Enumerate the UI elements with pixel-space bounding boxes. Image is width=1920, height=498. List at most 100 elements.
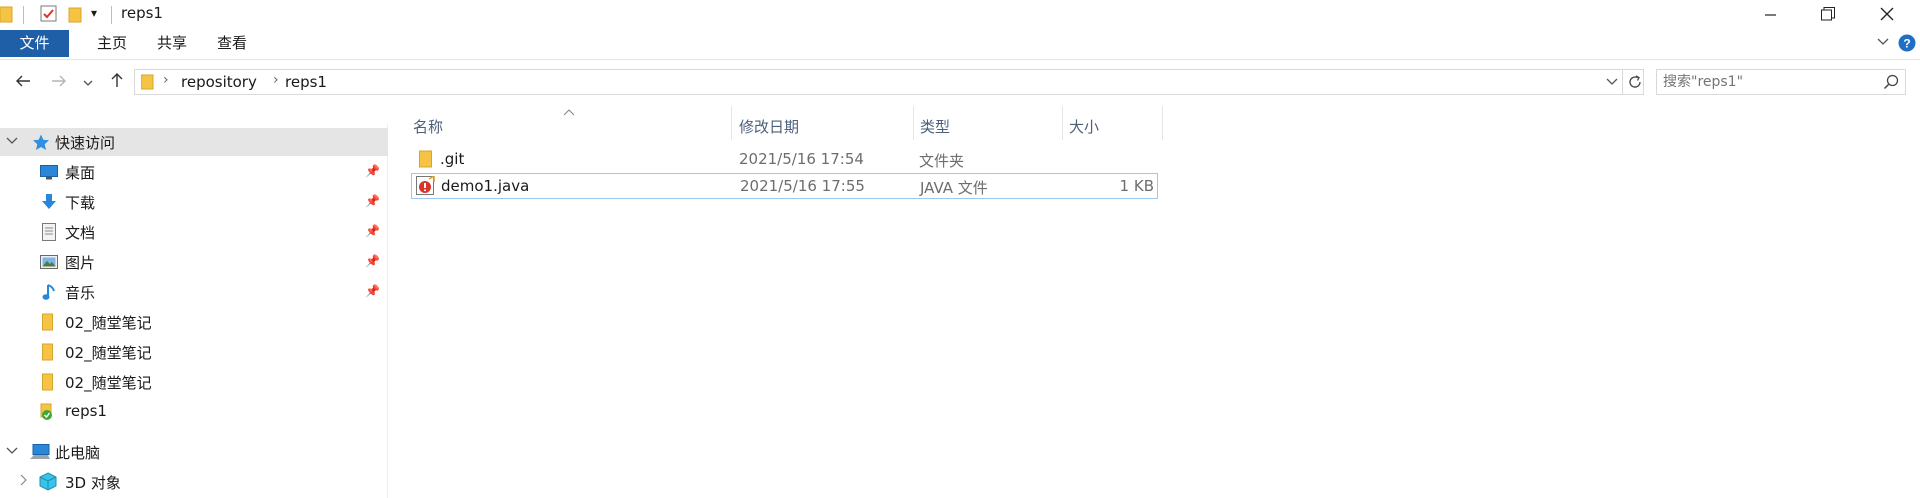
- folder-icon: [140, 73, 155, 95]
- chevron-down-icon[interactable]: [6, 134, 18, 150]
- file-list: 名称 修改日期 类型 大小 .git 2021/5/16 17:54 文件夹 d…: [400, 104, 1920, 498]
- minimize-icon: [1765, 6, 1777, 25]
- sidebar-item-music[interactable]: 音乐 📌: [0, 278, 388, 306]
- arrow-right-icon: [51, 72, 67, 93]
- navigation-pane: 快速访问 桌面 📌 下载 📌 文档 📌 图片 📌 音乐 📌 02_随堂笔记 02…: [0, 124, 388, 498]
- sidebar-item-documents[interactable]: 文档 📌: [0, 218, 388, 246]
- tab-home[interactable]: 主页: [80, 30, 144, 57]
- address-separator: [1622, 70, 1623, 94]
- help-icon[interactable]: ?: [1898, 34, 1916, 56]
- close-button[interactable]: [1864, 0, 1910, 30]
- new-folder-icon[interactable]: [68, 5, 84, 25]
- column-header-name[interactable]: 名称: [413, 116, 443, 137]
- sidebar-item-3d-objects[interactable]: 3D 对象: [0, 468, 388, 496]
- table-row[interactable]: demo1.java 2021/5/16 17:55 JAVA 文件 1 KB: [411, 173, 1158, 199]
- folder-icon: [42, 313, 54, 335]
- back-button[interactable]: [10, 70, 36, 94]
- sidebar-item-label: 快速访问: [55, 134, 116, 152]
- sidebar-item-label: 文档: [65, 224, 96, 242]
- column-header-size[interactable]: 大小: [1069, 116, 1099, 137]
- forward-button[interactable]: [46, 70, 72, 94]
- search-box[interactable]: [1656, 69, 1906, 95]
- tab-view[interactable]: 查看: [200, 30, 264, 57]
- column-divider[interactable]: [731, 106, 732, 140]
- column-header-type[interactable]: 类型: [920, 116, 950, 137]
- breadcrumb-separator-icon[interactable]: ›: [163, 72, 169, 88]
- search-icon[interactable]: [1883, 74, 1899, 94]
- chevron-down-icon: [83, 72, 93, 93]
- download-icon: [41, 193, 57, 215]
- chevron-down-icon[interactable]: [6, 444, 18, 460]
- file-modified: 2021/5/16 17:55: [740, 177, 865, 195]
- up-button[interactable]: [104, 70, 130, 94]
- file-size: 1 KB: [1119, 177, 1154, 195]
- sidebar-item-pictures[interactable]: 图片 📌: [0, 248, 388, 276]
- maximize-icon: [1821, 6, 1835, 25]
- sidebar-item-quick-access[interactable]: 快速访问: [0, 128, 388, 156]
- column-divider[interactable]: [913, 106, 914, 140]
- sidebar-item-label: 3D 对象: [65, 474, 121, 492]
- git-folder-icon: [39, 403, 57, 425]
- sidebar-item-reps1[interactable]: reps1: [0, 398, 388, 426]
- arrow-up-icon: [110, 72, 124, 93]
- refresh-icon[interactable]: [1627, 74, 1643, 94]
- pin-icon[interactable]: 📌: [365, 284, 380, 298]
- sidebar-item-label: 图片: [65, 254, 96, 272]
- sidebar-item-label: 音乐: [65, 284, 96, 302]
- sidebar-item-label: 下载: [65, 194, 96, 212]
- folder-icon: [419, 150, 433, 172]
- minimize-button[interactable]: [1748, 0, 1794, 30]
- customize-dropdown-icon[interactable]: ▾: [91, 6, 97, 26]
- breadcrumb-item[interactable]: repository: [181, 73, 257, 91]
- ribbon: 文件 主页 共享 查看 ?: [0, 30, 1920, 60]
- file-type: JAVA 文件: [920, 179, 988, 197]
- 3d-objects-icon: [38, 472, 58, 496]
- sort-up-icon: [563, 104, 575, 120]
- column-header-date[interactable]: 修改日期: [739, 116, 799, 137]
- folder-icon[interactable]: [0, 5, 14, 25]
- search-input[interactable]: [1663, 72, 1873, 92]
- breadcrumb-separator-icon[interactable]: ›: [273, 72, 279, 88]
- column-divider[interactable]: [1062, 106, 1063, 140]
- sidebar-item-label: 桌面: [65, 164, 96, 182]
- chevron-right-icon[interactable]: [18, 474, 28, 490]
- tab-file[interactable]: 文件: [0, 30, 69, 57]
- folder-icon: [42, 343, 54, 365]
- table-row[interactable]: .git 2021/5/16 17:54 文件夹: [411, 146, 1158, 172]
- title-bar: ▾ reps1: [0, 0, 1920, 30]
- file-name: demo1.java: [441, 177, 530, 195]
- sidebar-item-folder[interactable]: 02_随堂笔记: [0, 368, 388, 396]
- close-icon: [1880, 6, 1894, 25]
- address-bar[interactable]: › repository › reps1: [134, 69, 1644, 95]
- sidebar-item-this-pc[interactable]: 此电脑: [0, 438, 388, 466]
- pin-icon[interactable]: 📌: [365, 254, 380, 268]
- column-divider[interactable]: [1162, 106, 1163, 140]
- pin-icon[interactable]: 📌: [365, 164, 380, 178]
- sidebar-item-desktop[interactable]: 桌面 📌: [0, 158, 388, 186]
- pin-icon[interactable]: 📌: [365, 224, 380, 238]
- recent-locations-button[interactable]: [80, 70, 96, 94]
- breadcrumb-item[interactable]: reps1: [285, 73, 327, 91]
- music-icon: [42, 283, 56, 305]
- star-icon: [32, 134, 50, 155]
- file-name: .git: [440, 150, 465, 168]
- toolbar-separator: [23, 6, 24, 24]
- sidebar-item-folder[interactable]: 02_随堂笔记: [0, 308, 388, 336]
- document-icon: [42, 223, 56, 245]
- chevron-down-icon[interactable]: [1876, 34, 1890, 52]
- sidebar-item-label: 此电脑: [55, 444, 101, 462]
- tab-share[interactable]: 共享: [140, 30, 204, 57]
- sidebar-item-downloads[interactable]: 下载 📌: [0, 188, 388, 216]
- pin-icon[interactable]: 📌: [365, 194, 380, 208]
- sidebar-item-label: 02_随堂笔记: [65, 344, 152, 362]
- file-modified: 2021/5/16 17:54: [739, 150, 864, 168]
- java-file-icon: [416, 174, 436, 200]
- sidebar-item-folder[interactable]: 02_随堂笔记: [0, 338, 388, 366]
- file-type: 文件夹: [919, 152, 965, 170]
- toolbar-separator: [111, 6, 112, 24]
- sidebar-item-label: 02_随堂笔记: [65, 374, 152, 392]
- arrow-left-icon: [15, 72, 31, 93]
- properties-icon[interactable]: [40, 5, 58, 25]
- maximize-button[interactable]: [1805, 0, 1851, 30]
- chevron-down-icon[interactable]: [1606, 75, 1618, 91]
